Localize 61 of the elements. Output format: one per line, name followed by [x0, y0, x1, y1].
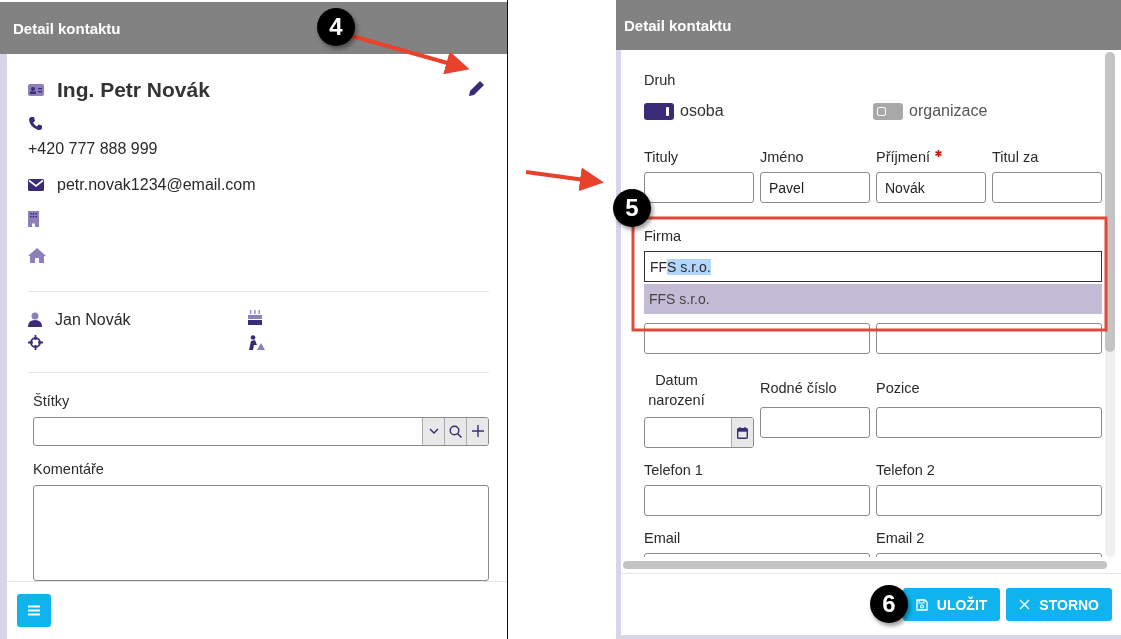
panel-header: Detail kontaktu: [616, 0, 1121, 50]
text-field[interactable]: [644, 172, 754, 203]
add-button[interactable]: [466, 418, 488, 445]
cake-icon: [248, 310, 262, 325]
house-icon: [28, 248, 46, 263]
tags-field[interactable]: [33, 417, 489, 446]
text-field[interactable]: [876, 407, 1102, 438]
comments-label: Komentáře: [33, 460, 105, 477]
field-label: Email: [644, 530, 682, 546]
close-icon: [1019, 599, 1031, 610]
crosshair-icon: [28, 335, 43, 350]
toggle-label: organizace: [909, 102, 988, 120]
vertical-scrollbar[interactable]: [1105, 52, 1115, 557]
field-label: Pozice: [876, 380, 921, 396]
search-icon: [449, 424, 462, 438]
company-label: Firma: [644, 228, 683, 244]
field-label: Příjmení: [876, 149, 930, 165]
menu-button[interactable]: [17, 594, 51, 627]
field-label: Jméno: [760, 149, 804, 165]
phone-number: +420 777 888 999: [28, 140, 159, 158]
step-badge: 5: [613, 189, 651, 227]
calendar-button[interactable]: [731, 418, 753, 447]
calendar-icon: [737, 426, 748, 439]
contact-name: Ing. Petr Novák: [57, 78, 210, 102]
envelope-icon: [28, 179, 44, 191]
contact-person: Jan Novák: [55, 310, 131, 329]
horizontal-scrollbar[interactable]: [623, 561, 1107, 569]
field-label: Tituly: [644, 149, 679, 165]
plus-icon: [471, 425, 484, 438]
step-badge: 6: [870, 585, 908, 623]
toggle-switch[interactable]: [644, 102, 674, 120]
id-card-icon: [28, 84, 44, 96]
edit-icon[interactable]: [469, 80, 485, 96]
suggestion-option[interactable]: FFS s.r.o.: [644, 284, 1102, 314]
email-address: petr.novak1234@email.com: [57, 176, 256, 194]
tags-label: Štítky: [33, 393, 71, 409]
person-icon: [28, 312, 42, 327]
toggle-switch[interactable]: [873, 102, 903, 120]
search-button[interactable]: [444, 418, 466, 445]
field-label: Email 2: [876, 530, 926, 546]
field-label: Telefon 2: [876, 462, 936, 478]
date-field[interactable]: [644, 417, 754, 448]
building-icon: [28, 211, 39, 227]
digging-person-icon: [248, 335, 265, 350]
text-field[interactable]: [644, 485, 870, 516]
menu-icon: [28, 605, 40, 616]
comments-field[interactable]: [33, 484, 489, 581]
text-field[interactable]: Pavel: [760, 172, 870, 203]
chevron-down-icon: [428, 428, 439, 435]
text-field[interactable]: Novák: [876, 172, 986, 203]
text-field[interactable]: [760, 407, 870, 438]
phone-icon: [28, 116, 43, 131]
company-field[interactable]: FFS s.r.o.: [644, 251, 1102, 282]
type-label: Druh: [644, 72, 677, 88]
field-label: Telefon 1: [644, 462, 704, 478]
text-field[interactable]: [992, 172, 1102, 203]
field-label: Rodné číslo: [760, 380, 838, 396]
text-field[interactable]: [876, 485, 1102, 516]
toggle-label: osoba: [680, 102, 724, 120]
field-label: Titul za: [992, 149, 1039, 165]
field-label: Datum narození: [647, 371, 706, 410]
